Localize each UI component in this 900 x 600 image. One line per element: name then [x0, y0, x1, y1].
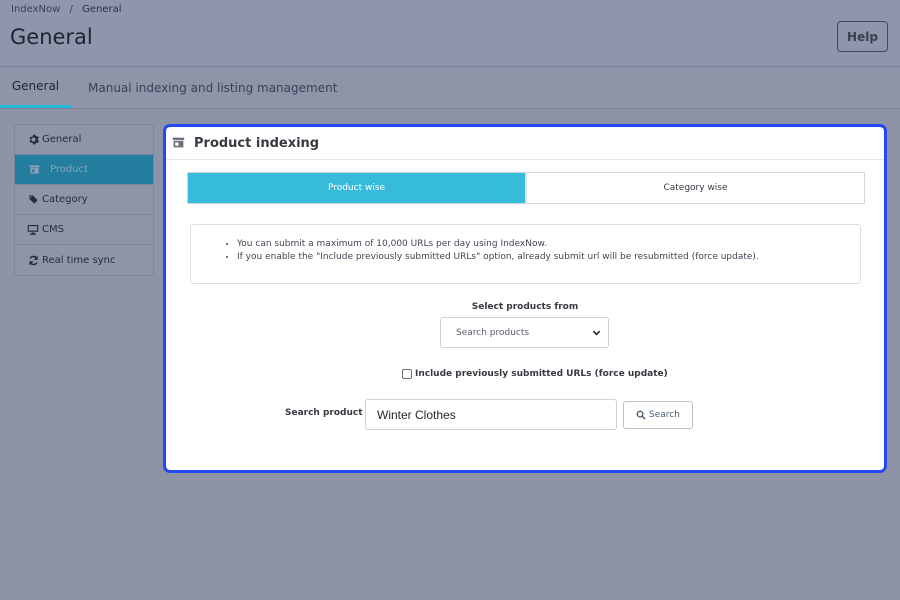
tab-general[interactable]: General — [0, 67, 71, 108]
gear-icon — [27, 134, 39, 146]
sidebar-item-real-time-sync[interactable]: Real time sync — [15, 245, 153, 275]
sidebar-item-label: Real time sync — [42, 254, 116, 266]
sync-icon — [27, 254, 39, 266]
store-icon — [28, 164, 40, 176]
force-update-checkbox[interactable] — [402, 369, 412, 379]
sidebar-item-label: Category — [42, 194, 88, 205]
chevron-down-icon — [592, 328, 601, 337]
page-title: General — [10, 25, 93, 49]
search-product-label: Search product — [285, 408, 363, 418]
search-button-label: Search — [649, 410, 680, 420]
category-wise-button[interactable]: Category wise — [525, 173, 864, 203]
sidebar-item-label: General — [42, 134, 82, 145]
info-alert: You can submit a maximum of 10,000 URLs … — [190, 224, 861, 284]
sidebar-item-label: CMS — [42, 224, 64, 235]
select-products-label: Select products from — [471, 302, 579, 312]
tabs-bar: General Manual indexing and listing mana… — [0, 67, 900, 109]
breadcrumb-link-indexnow[interactable]: IndexNow — [11, 4, 60, 15]
indexing-mode-toggle: Product wise Category wise — [187, 172, 865, 204]
search-button[interactable]: Search — [623, 401, 693, 429]
select-products-dropdown[interactable]: Search products — [440, 317, 609, 348]
store-icon — [172, 136, 186, 150]
sidebar-item-category[interactable]: Category — [15, 185, 153, 215]
force-update-option: Include previously submitted URLs (force… — [402, 367, 668, 381]
help-button[interactable]: Help — [837, 21, 888, 52]
search-product-input[interactable]: Winter Clothes — [365, 399, 617, 430]
product-indexing-panel: Product indexing Product wise Category w… — [163, 124, 887, 473]
sidebar-item-cms[interactable]: CMS — [15, 215, 153, 245]
breadcrumb: IndexNow / General — [11, 4, 121, 15]
sidebar-item-general[interactable]: General — [15, 125, 153, 155]
breadcrumb-current: General — [82, 4, 122, 15]
sidebar-item-product[interactable]: Product — [15, 155, 153, 185]
force-update-label[interactable]: Include previously submitted URLs (force… — [415, 369, 668, 379]
monitor-icon — [27, 224, 39, 236]
breadcrumb-separator: / — [69, 4, 73, 15]
sidebar: General Product Category CMS Real time s… — [14, 124, 154, 276]
select-value: Search products — [456, 327, 530, 338]
info-item: If you enable the "Include previously su… — [237, 251, 860, 264]
sidebar-item-label: Product — [50, 164, 88, 175]
tab-manual-indexing[interactable]: Manual indexing and listing management — [88, 67, 337, 108]
tags-icon — [27, 194, 39, 206]
panel-title: Product indexing — [194, 135, 320, 151]
info-item: You can submit a maximum of 10,000 URLs … — [237, 238, 860, 251]
panel-header: Product indexing — [166, 127, 884, 160]
product-wise-button[interactable]: Product wise — [188, 173, 525, 203]
search-icon — [636, 410, 646, 420]
page-header: IndexNow / General General Help — [0, 0, 900, 67]
